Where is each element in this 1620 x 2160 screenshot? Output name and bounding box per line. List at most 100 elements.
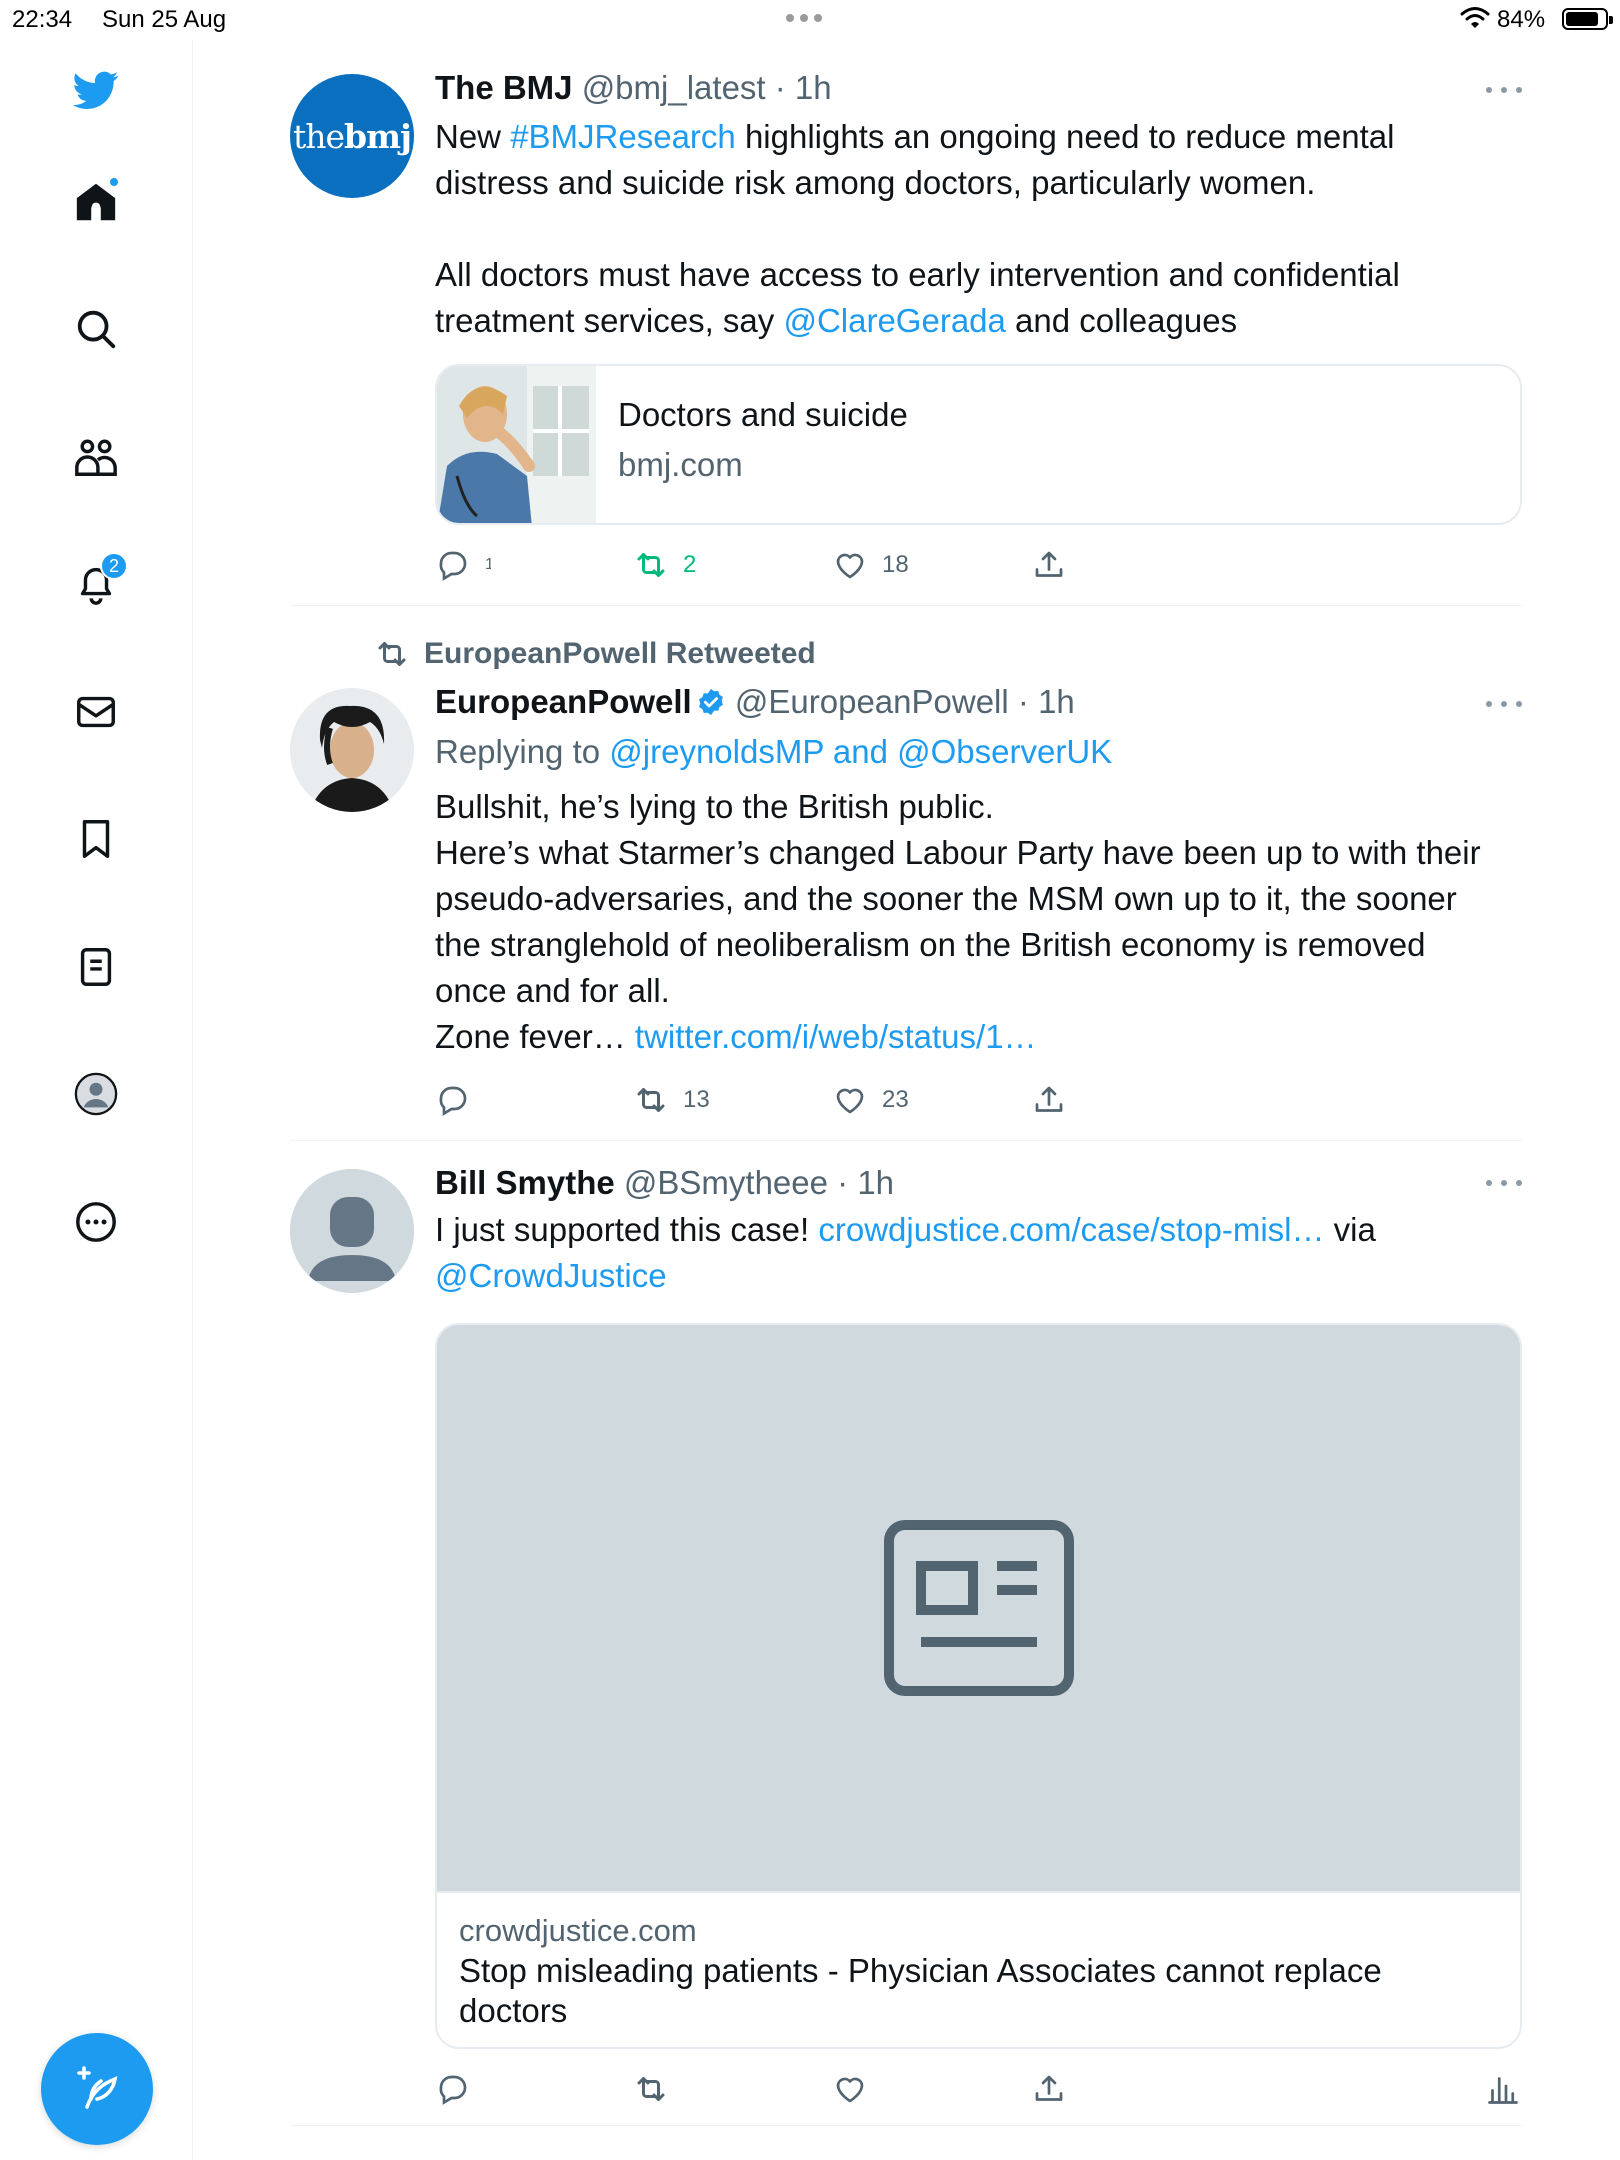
link-card[interactable]: crowdjustice.com Stop misleading patient…: [435, 1323, 1522, 2049]
share-icon: [1035, 2075, 1063, 2101]
reply-button[interactable]: [435, 2071, 471, 2107]
replying-to-mentions[interactable]: @jreynoldsMP and @ObserverUK: [609, 733, 1112, 770]
retweet-icon: [378, 642, 406, 666]
truncated-status-link[interactable]: twitter.com/i/web/status/1…: [635, 1018, 1037, 1055]
tweet-more-button[interactable]: [1486, 694, 1522, 714]
retweet-button[interactable]: 2: [633, 547, 696, 583]
like-button[interactable]: 23: [832, 1082, 909, 1118]
wifi-icon: [1460, 7, 1490, 28]
compose-tweet-button[interactable]: [41, 2033, 153, 2145]
retweeted-by-label[interactable]: EuropeanPowell Retweeted: [424, 634, 816, 674]
lists-icon[interactable]: [66, 937, 126, 997]
status-time: 22:34: [12, 6, 73, 33]
retweet-icon: [637, 553, 665, 577]
search-icon[interactable]: [66, 299, 126, 359]
verified-badge-icon: [698, 688, 723, 716]
share-icon: [1035, 1086, 1063, 1112]
link-card[interactable]: Doctors and suicide bmj.com: [435, 364, 1522, 525]
retweet-count: 13: [683, 1086, 710, 1113]
reply-button[interactable]: 1: [435, 547, 491, 583]
bookmarks-icon[interactable]: [66, 809, 126, 869]
reply-icon: [439, 1086, 467, 1116]
author-handle[interactable]: @EuropeanPowell: [735, 683, 1009, 720]
home-icon[interactable]: [66, 172, 126, 232]
tweet-time[interactable]: · 1h: [837, 1164, 894, 1201]
tweet-header: The BMJ @bmj_latest · 1h: [435, 68, 1522, 108]
tweet-header: EuropeanPowell @EuropeanPowell · 1h: [435, 682, 1522, 722]
mention-link[interactable]: @ClareGerada: [783, 302, 1005, 339]
tweet-time[interactable]: · 1h: [1018, 683, 1075, 720]
like-count: 23: [882, 1086, 909, 1113]
retweet-count: 2: [683, 551, 697, 578]
retweet-button[interactable]: [633, 2071, 669, 2107]
replying-to: Replying to @jreynoldsMP and @ObserverUK: [435, 733, 1113, 770]
analytics-button[interactable]: [1485, 2071, 1521, 2107]
tweet-actions: 1 2 18: [435, 525, 1522, 605]
retweeted-by-line: EuropeanPowell Retweeted: [374, 634, 1522, 674]
card-domain: bmj.com: [618, 446, 743, 483]
article-icon: [883, 1520, 1074, 1696]
like-button[interactable]: [832, 2071, 868, 2107]
share-button[interactable]: [1031, 1082, 1067, 1118]
notifications-bell-icon[interactable]: 2: [66, 552, 128, 614]
tweet-time[interactable]: · 1h: [775, 69, 832, 106]
author-handle[interactable]: @bmj_latest: [582, 69, 766, 106]
card-image-placeholder: [437, 1325, 1520, 1893]
sidebar: 2: [0, 40, 193, 2160]
avatar[interactable]: thebmj: [290, 74, 414, 198]
card-title: Stop misleading patients - Physician Ass…: [459, 1952, 1382, 2029]
card-domain: crowdjustice.com: [459, 1913, 697, 1948]
analytics-icon: [1488, 2077, 1518, 2104]
heart-icon: [836, 1088, 864, 1114]
tweet-text: I just supported this case! crowdjustice…: [435, 1211, 1376, 1294]
status-bar: 22:34 Sun 25 Aug 84%: [0, 0, 1620, 40]
battery-icon: [1562, 8, 1613, 30]
tweet-text: New #BMJResearch highlights an ongoing n…: [435, 118, 1400, 339]
retweet-icon: [637, 2077, 665, 2101]
timeline: thebmj The BMJ @bmj_latest · 1h New #BMJ…: [290, 44, 1522, 2126]
mention-link[interactable]: @CrowdJustice: [435, 1257, 667, 1294]
tweet-actions: 13 23: [435, 1060, 1522, 1140]
tweet-bmj[interactable]: thebmj The BMJ @bmj_latest · 1h New #BMJ…: [290, 44, 1522, 606]
card-title: Doctors and suicide: [618, 396, 908, 433]
avatar[interactable]: [290, 688, 414, 812]
retweet-icon: [637, 1088, 665, 1112]
home-unread-dot: [108, 176, 120, 188]
avatar[interactable]: [290, 1169, 414, 1293]
author-handle[interactable]: @BSmytheee: [624, 1164, 828, 1201]
share-button[interactable]: [1031, 547, 1067, 583]
reply-button[interactable]: [435, 1082, 471, 1118]
notifications-count-badge: 2: [100, 552, 128, 580]
hashtag-link[interactable]: #BMJResearch: [510, 118, 736, 155]
tweet-actions: [435, 2049, 1522, 2125]
bmj-logo: thebmj: [293, 116, 412, 156]
crowdjustice-link[interactable]: crowdjustice.com/case/stop-misl…: [818, 1211, 1324, 1248]
heart-icon: [836, 553, 864, 579]
tweet-text: Bullshit, he’s lying to the British publ…: [435, 788, 1481, 1055]
author-name[interactable]: Bill Smythe: [435, 1164, 615, 1201]
communities-icon[interactable]: [66, 427, 126, 487]
author-name[interactable]: The BMJ: [435, 69, 573, 106]
retweet-button[interactable]: 13: [633, 1082, 710, 1118]
battery-percent: 84%: [1497, 6, 1546, 33]
tweet-europeanpowell[interactable]: EuropeanPowell Retweeted EuropeanPowell …: [290, 606, 1522, 1141]
share-icon: [1035, 551, 1063, 577]
author-name[interactable]: EuropeanPowell: [435, 683, 692, 720]
card-thumbnail: [437, 366, 596, 523]
messages-icon[interactable]: [66, 682, 126, 742]
tweet-more-button[interactable]: [1486, 80, 1522, 100]
reply-icon: [439, 2075, 467, 2105]
share-button[interactable]: [1031, 2071, 1067, 2107]
tweet-bill-smythe[interactable]: Bill Smythe @BSmytheee · 1h I just suppo…: [290, 1141, 1522, 2126]
multitasking-dots[interactable]: [786, 14, 822, 22]
twitter-logo-icon[interactable]: [66, 60, 126, 120]
like-button[interactable]: 18: [832, 547, 909, 583]
tweet-more-button[interactable]: [1486, 1173, 1522, 1193]
tweet-header: Bill Smythe @BSmytheee · 1h: [435, 1163, 1522, 1203]
status-date: Sun 25 Aug: [102, 6, 227, 33]
reply-icon: [439, 551, 467, 581]
more-options-icon[interactable]: [66, 1192, 126, 1252]
profile-avatar-icon[interactable]: [66, 1064, 126, 1124]
reply-count: 1: [485, 556, 491, 573]
like-count: 18: [882, 551, 909, 578]
